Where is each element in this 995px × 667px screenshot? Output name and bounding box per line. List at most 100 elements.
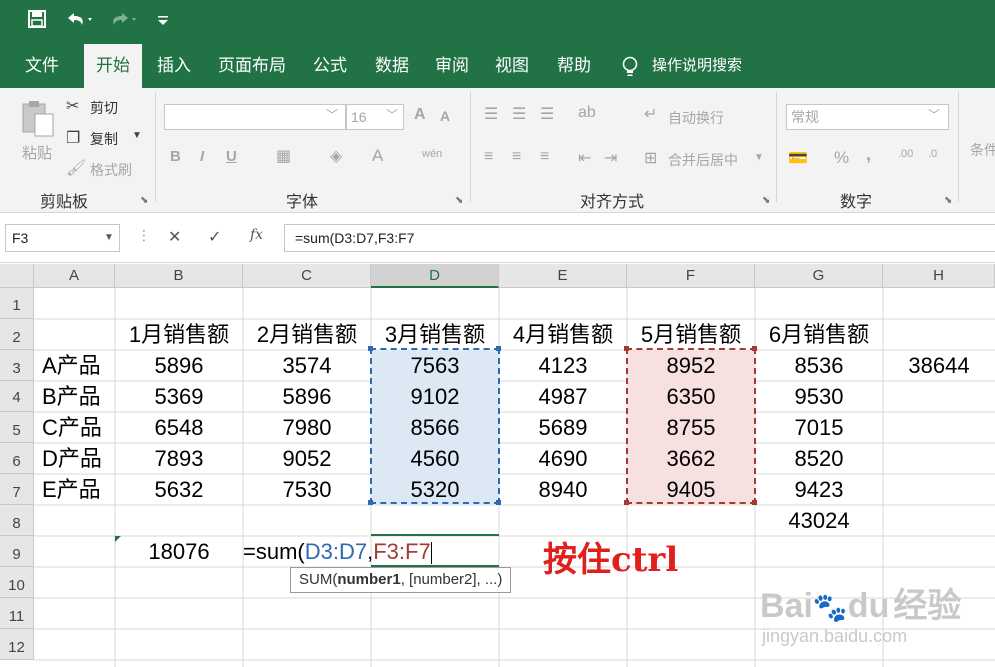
phonetic-button[interactable]: wén bbox=[422, 148, 442, 160]
data-cell[interactable]: 7530 bbox=[243, 474, 371, 505]
format-painter-icon[interactable]: 🖌 bbox=[66, 158, 86, 178]
data-cell[interactable]: 3574 bbox=[243, 350, 371, 381]
insert-function-icon[interactable]: fx bbox=[250, 227, 263, 243]
data-cell[interactable]: 8755 bbox=[627, 412, 755, 443]
dialog-launcher-icon[interactable]: ⬊ bbox=[944, 195, 952, 206]
product-cell[interactable]: D产品 bbox=[34, 443, 115, 474]
accounting-format-icon[interactable]: 💳 bbox=[788, 148, 808, 168]
col-header-g[interactable]: G bbox=[755, 264, 883, 288]
header-cell[interactable]: 2月销售额 bbox=[243, 319, 371, 350]
data-cell[interactable]: 5369 bbox=[115, 381, 243, 412]
align-middle-icon[interactable]: ☰ bbox=[512, 104, 526, 124]
row-header-1[interactable]: 1 bbox=[0, 288, 34, 319]
data-cell[interactable]: 5896 bbox=[243, 381, 371, 412]
tab-home[interactable]: 开始 bbox=[84, 44, 142, 88]
align-top-icon[interactable]: ☰ bbox=[484, 104, 498, 124]
row-header-9[interactable]: 9 bbox=[0, 536, 34, 567]
fill-color-icon[interactable]: ◈ bbox=[330, 146, 342, 166]
row-header-2[interactable]: 2 bbox=[0, 319, 34, 350]
product-cell[interactable]: A产品 bbox=[34, 350, 115, 381]
formula-input[interactable]: =sum(D3:D7,F3:F7 bbox=[284, 224, 995, 252]
tab-file[interactable]: 文件 bbox=[14, 44, 70, 88]
data-cell[interactable]: 8952 bbox=[627, 350, 755, 381]
row-header-3[interactable]: 3 bbox=[0, 350, 34, 381]
align-left-icon[interactable]: ≡ bbox=[484, 148, 493, 166]
col-header-c[interactable]: C bbox=[243, 264, 371, 288]
product-cell[interactable]: C产品 bbox=[34, 412, 115, 443]
align-right-icon[interactable]: ≡ bbox=[540, 148, 549, 166]
dialog-launcher-icon[interactable]: ⬊ bbox=[455, 195, 463, 206]
data-cell[interactable]: 6548 bbox=[115, 412, 243, 443]
paste-icon[interactable] bbox=[20, 98, 56, 143]
row-header-6[interactable]: 6 bbox=[0, 443, 34, 474]
row-header-4[interactable]: 4 bbox=[0, 381, 34, 412]
orientation-icon[interactable]: ab bbox=[578, 104, 596, 122]
data-cell[interactable]: 4123 bbox=[499, 350, 627, 381]
data-cell[interactable]: 4690 bbox=[499, 443, 627, 474]
cut-button[interactable]: 剪切 bbox=[90, 98, 118, 118]
format-painter-button[interactable]: 格式刷 bbox=[90, 160, 132, 180]
font-color-button[interactable]: A bbox=[372, 146, 383, 166]
tab-page-layout[interactable]: 页面布局 bbox=[210, 44, 294, 88]
scissors-icon[interactable]: ✂ bbox=[66, 96, 79, 116]
row-header-5[interactable]: 5 bbox=[0, 412, 34, 443]
increase-indent-icon[interactable]: ⇥ bbox=[604, 148, 617, 168]
active-cell-editor[interactable]: =sum(D3:D7,F3:F7 bbox=[243, 536, 499, 567]
data-cell[interactable]: 4987 bbox=[499, 381, 627, 412]
data-cell[interactable]: 5632 bbox=[115, 474, 243, 505]
data-cell[interactable]: 8940 bbox=[499, 474, 627, 505]
product-cell[interactable]: B产品 bbox=[34, 381, 115, 412]
data-cell[interactable]: 8520 bbox=[755, 443, 883, 474]
data-cell[interactable]: 7563 bbox=[371, 350, 499, 381]
cancel-icon[interactable]: ✕ bbox=[168, 227, 181, 247]
dialog-launcher-icon[interactable]: ⬊ bbox=[762, 195, 770, 206]
col-header-f[interactable]: F bbox=[627, 264, 755, 288]
sum-cell-b9[interactable]: 18076 bbox=[115, 536, 243, 567]
tab-help[interactable]: 帮助 bbox=[546, 44, 602, 88]
tab-insert[interactable]: 插入 bbox=[146, 44, 202, 88]
data-cell[interactable]: 3662 bbox=[627, 443, 755, 474]
font-name-select[interactable] bbox=[164, 104, 346, 130]
data-cell[interactable]: 8566 bbox=[371, 412, 499, 443]
data-cell[interactable]: 5896 bbox=[115, 350, 243, 381]
data-cell[interactable]: 7893 bbox=[115, 443, 243, 474]
data-cell[interactable]: 9102 bbox=[371, 381, 499, 412]
underline-button[interactable]: U bbox=[226, 148, 237, 165]
tab-view[interactable]: 视图 bbox=[484, 44, 540, 88]
row-header-8[interactable]: 8 bbox=[0, 505, 34, 536]
data-cell[interactable]: 4560 bbox=[371, 443, 499, 474]
header-cell[interactable]: 1月销售额 bbox=[115, 319, 243, 350]
col-header-a[interactable]: A bbox=[34, 264, 115, 288]
data-cell[interactable]: 6350 bbox=[627, 381, 755, 412]
shrink-font-button[interactable]: A bbox=[440, 108, 450, 124]
comma-button[interactable]: , bbox=[866, 144, 871, 165]
col-header-b[interactable]: B bbox=[115, 264, 243, 288]
data-cell[interactable]: 9530 bbox=[755, 381, 883, 412]
header-cell[interactable]: 3月销售额 bbox=[371, 319, 499, 350]
data-cell[interactable]: 7980 bbox=[243, 412, 371, 443]
tell-me-search[interactable]: 操作说明搜索 bbox=[652, 44, 746, 88]
data-cell[interactable]: 5320 bbox=[371, 474, 499, 505]
grow-font-button[interactable]: A bbox=[414, 106, 426, 124]
wrap-text-button[interactable]: 自动换行 bbox=[668, 108, 724, 128]
copy-icon[interactable]: ❐ bbox=[66, 128, 80, 148]
select-all-corner[interactable] bbox=[0, 264, 34, 288]
italic-button[interactable]: I bbox=[200, 148, 204, 165]
paste-label[interactable]: 粘贴 bbox=[22, 142, 52, 163]
data-cell[interactable]: 5689 bbox=[499, 412, 627, 443]
decrease-decimal-icon[interactable]: .0 bbox=[928, 148, 937, 160]
row-header-12[interactable]: 12 bbox=[0, 629, 34, 660]
header-cell[interactable]: 6月销售额 bbox=[755, 319, 883, 350]
align-center-icon[interactable]: ≡ bbox=[512, 148, 521, 166]
product-cell[interactable]: E产品 bbox=[34, 474, 115, 505]
row-header-11[interactable]: 11 bbox=[0, 598, 34, 629]
data-cell[interactable]: 9052 bbox=[243, 443, 371, 474]
percent-button[interactable]: % bbox=[834, 148, 849, 168]
bold-button[interactable]: B bbox=[170, 148, 181, 165]
tab-review[interactable]: 审阅 bbox=[424, 44, 480, 88]
chevron-down-icon[interactable]: ▼ bbox=[754, 152, 764, 163]
undo-icon[interactable] bbox=[64, 10, 94, 33]
col-header-e[interactable]: E bbox=[499, 264, 627, 288]
enter-icon[interactable]: ✓ bbox=[208, 227, 221, 247]
chevron-down-icon[interactable]: ▼ bbox=[132, 130, 142, 141]
